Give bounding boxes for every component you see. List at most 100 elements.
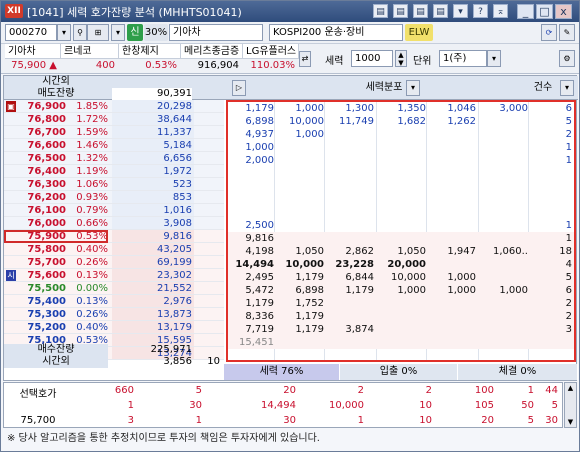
after-hours-bid-label: 시간외 <box>4 356 108 368</box>
disclaimer: ※ 당사 알고리즘을 통한 추정치이므로 투자의 책임은 투자자에게 있습니다. <box>3 429 577 449</box>
change-pct: 1.85% <box>76 101 108 112</box>
maximize-button[interactable]: □ <box>536 4 553 19</box>
chevron-down-icon[interactable]: ▾ <box>487 50 501 67</box>
price-row[interactable]: 75,300 0.26% 13,873 <box>4 308 224 321</box>
scroll-up-icon[interactable]: ▲ <box>565 383 576 393</box>
lock-icon[interactable]: ⊞ <box>87 24 109 41</box>
remain-qty: 853 <box>172 192 192 203</box>
price-row[interactable]: 76,100 0.79% 1,016 <box>4 204 224 217</box>
window-icon[interactable]: ▤ <box>413 4 428 18</box>
tab-stock-4[interactable]: 메리츠종금증 <box>181 44 243 59</box>
remain-qty: 11,337 <box>157 127 192 138</box>
tab-inout[interactable]: 입출 0% <box>340 364 458 380</box>
tabs-scroll-icon[interactable]: ⇄ <box>299 51 311 67</box>
chevron-down-icon[interactable]: ▾ <box>111 24 125 41</box>
price-row[interactable]: 76,600 1.46% 5,184 <box>4 139 224 152</box>
power-input[interactable]: 1000 <box>351 50 393 67</box>
pin-icon[interactable]: ⌅ <box>493 4 508 18</box>
distribution-panel: ▷ 세력분포 ▾ 건수 ▾ 1,179 1,000 1,300 1,350 1,046 3… <box>224 76 578 380</box>
price-row[interactable]: 시 75,600 0.13% 23,302 <box>4 269 224 282</box>
remain-qty: 3,908 <box>163 218 192 229</box>
price: 75,800 <box>27 244 66 255</box>
lower-cell: 20 <box>283 385 296 396</box>
nav-arrow-icon[interactable]: ▷ <box>232 80 246 96</box>
settings-icon[interactable]: ▾ <box>453 4 468 18</box>
stock-value: 0.53% <box>145 60 177 71</box>
window-icon[interactable]: ▤ <box>433 4 448 18</box>
stepper-icon[interactable]: ▲ ▼ <box>395 50 407 67</box>
price: 75,400 <box>27 296 66 307</box>
tab-stock-1[interactable]: 기아차 <box>5 44 61 59</box>
chevron-down-icon[interactable]: ▾ <box>560 80 574 96</box>
change-pct: 0.00% <box>76 283 108 294</box>
change-pct: 1.72% <box>76 114 108 125</box>
unit-select[interactable]: 1(주) <box>439 50 487 67</box>
price-row[interactable]: 76,200 0.93% 853 <box>4 191 224 204</box>
remain-qty: 13,873 <box>157 309 192 320</box>
lower-cell: 30 <box>189 400 202 411</box>
toolbar: 000270 ▾ ⚲ ⊞ ▾ 신 30% 기아차 KOSPI200 운송·장비 … <box>1 22 579 44</box>
lower-cell: 30 <box>545 415 558 426</box>
lower-cell: 44 <box>545 385 558 396</box>
change-pct: 0.26% <box>76 257 108 268</box>
price-row[interactable]: 75,800 0.40% 43,205 <box>4 243 224 256</box>
chevron-down-icon[interactable]: ▾ <box>406 80 420 96</box>
window-icon[interactable]: ▤ <box>373 4 388 18</box>
price-row[interactable]: 75,500 0.00% 21,552 <box>4 282 224 295</box>
scroll-down-icon[interactable]: ▼ <box>565 417 576 427</box>
window-icon[interactable]: ▤ <box>393 4 408 18</box>
price: 76,800 <box>27 114 66 125</box>
search-icon[interactable]: ⚲ <box>73 24 87 41</box>
distribution-header: ▷ 세력분포 ▾ 건수 ▾ <box>224 76 578 100</box>
change-pct: 0.13% <box>76 270 108 281</box>
bottom-tabs: 세력 76% 입출 0% 체결 0% <box>224 364 578 380</box>
scrollbar[interactable]: ▲ ▼ <box>564 382 577 428</box>
remain-qty: 1,016 <box>163 205 192 216</box>
stock-name-field[interactable]: 기아차 <box>169 24 263 41</box>
unit-label: 단위 <box>413 56 432 67</box>
help-icon[interactable]: ? <box>473 4 488 18</box>
tab-fill[interactable]: 체결 0% <box>458 364 578 380</box>
lower-cell: 100 <box>474 385 494 396</box>
highlight-frame <box>226 100 576 362</box>
tab-stock-2[interactable]: 르네코 <box>61 44 119 59</box>
remain-qty: 9,816 <box>163 231 192 242</box>
price-row[interactable]: 75,400 0.13% 2,976 <box>4 295 224 308</box>
market-sector-field: KOSPI200 운송·장비 <box>269 24 403 41</box>
change-pct: 0.79% <box>76 205 108 216</box>
price-row[interactable]: ▣ 76,900 1.85% 20,298 <box>4 100 224 113</box>
change-pct: 0.93% <box>76 192 108 203</box>
gear-icon[interactable]: ⚙ <box>559 50 575 67</box>
price-row[interactable]: 76,300 1.06% 523 <box>4 178 224 191</box>
lower-cell: 5 <box>527 415 534 426</box>
elw-badge[interactable]: ELW <box>405 24 433 41</box>
price-row[interactable]: 76,500 1.32% 6,656 <box>4 152 224 165</box>
lower-cell: 2 <box>357 385 364 396</box>
price-row[interactable]: 76,700 1.59% 11,337 <box>4 126 224 139</box>
price-row[interactable]: 76,000 0.66% 3,908 <box>4 217 224 230</box>
lower-cell: 10,000 <box>329 400 364 411</box>
chevron-down-icon[interactable]: ▾ <box>57 24 71 41</box>
price-row[interactable]: 75,700 0.26% 69,199 <box>4 256 224 269</box>
minimize-button[interactable]: _ <box>517 4 534 19</box>
remain-qty: 5,184 <box>163 140 192 151</box>
lower-cell: 14,494 <box>261 400 296 411</box>
tab-stock-5[interactable]: LG유플러스 <box>243 44 299 59</box>
price-row[interactable]: 76,800 1.72% 38,644 <box>4 113 224 126</box>
close-button[interactable]: x <box>555 4 572 19</box>
after-hours-extra: 10 <box>207 356 220 367</box>
distribution-label: 세력분포 <box>365 82 403 93</box>
tab-power[interactable]: 세력 76% <box>224 364 340 380</box>
remain-qty: 23,302 <box>157 270 192 281</box>
price-row[interactable]: 75,900 0.53% 9,816 <box>4 230 224 243</box>
price-row[interactable]: 76,400 1.19% 1,972 <box>4 165 224 178</box>
lower-cell: 2 <box>425 385 432 396</box>
price: 76,600 <box>27 140 66 151</box>
selected-price-label: 선택호가 <box>19 389 57 400</box>
settings-icon[interactable]: ✎ <box>559 24 575 41</box>
tab-stock-3[interactable]: 한창제지 <box>119 44 181 59</box>
refresh-icon[interactable]: ⟳ <box>541 24 557 41</box>
bid-remain-label: 매수잔량 <box>4 344 108 356</box>
stock-code-input[interactable]: 000270 <box>5 24 57 41</box>
lower-cell: 10 <box>419 400 432 411</box>
